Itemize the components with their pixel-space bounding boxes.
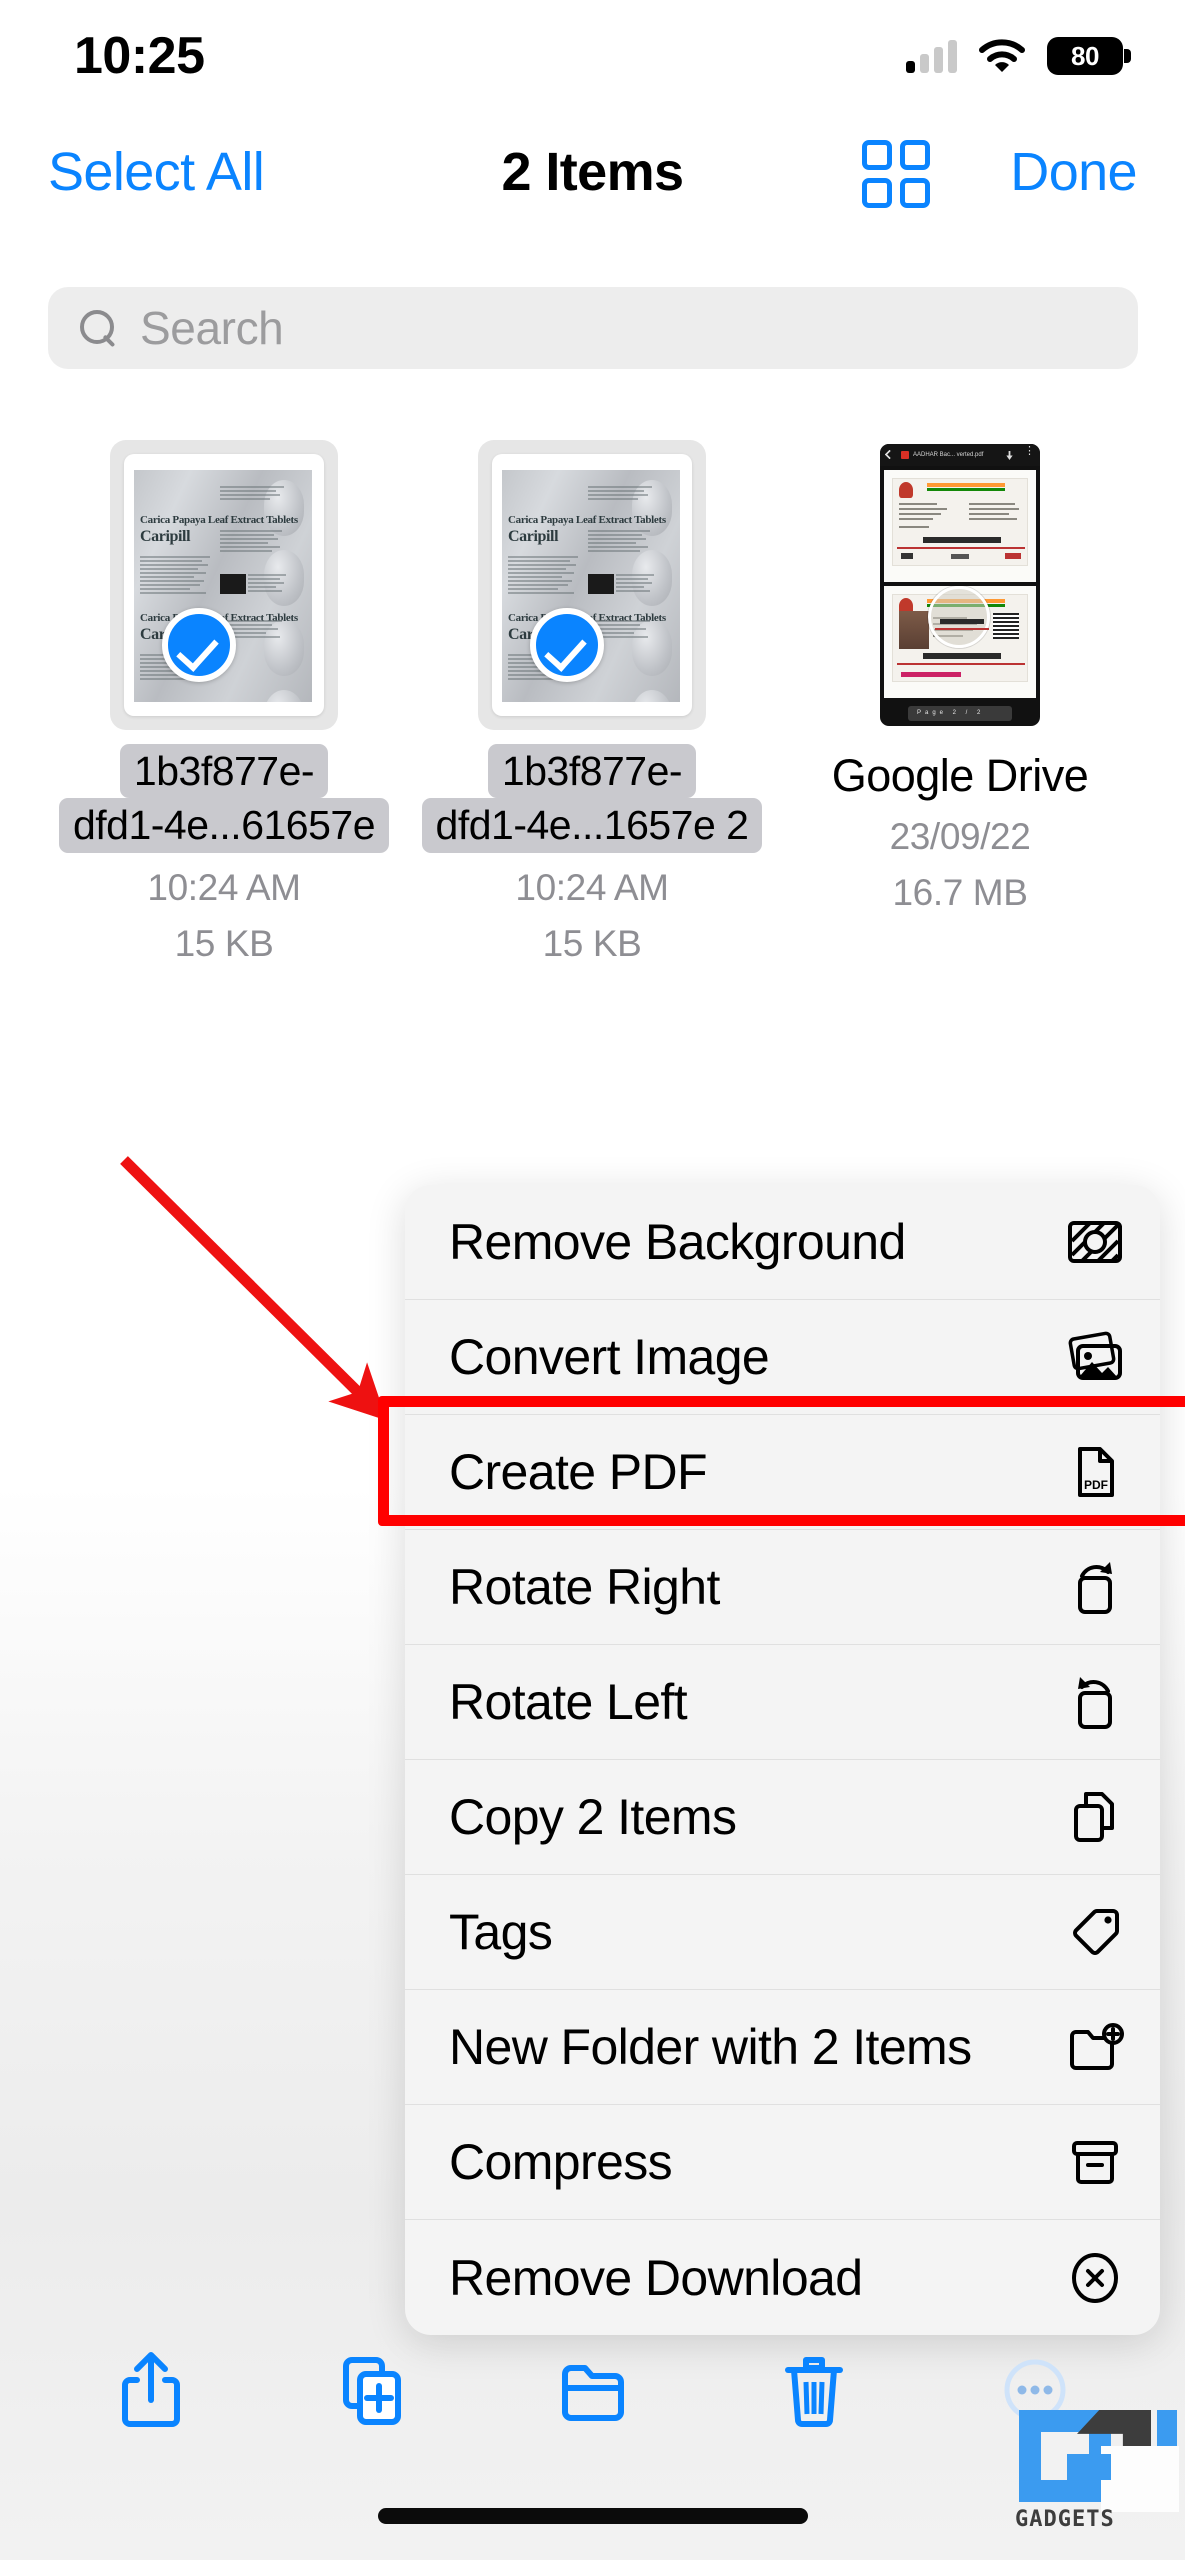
done-button[interactable]: Done [1010,141,1137,203]
file-name-line1: 1b3f877e- [487,744,697,799]
menu-item-rotate-right[interactable]: Rotate Right [405,1530,1160,1645]
duplicate-icon[interactable] [334,2348,410,2432]
menu-item-label: Rotate Left [449,1674,688,1730]
status-bar: 10:25 80 [0,0,1185,112]
zoom-loupe-overlay [928,586,990,648]
menu-item-remove-download[interactable]: Remove Download [405,2220,1160,2335]
grid-view-icon[interactable] [860,136,932,208]
menu-item-label: New Folder with 2 Items [449,2019,972,2075]
menu-item-new-folder[interactable]: New Folder with 2 Items [405,1990,1160,2105]
file-time: 10:24 AM [515,866,669,908]
watermark-mask [1101,2446,1179,2512]
file-item[interactable]: Carica Papaya Leaf Extract Tablets Carip… [40,440,408,965]
wifi-icon [979,39,1025,73]
remove-background-icon [1066,1213,1124,1271]
file-item[interactable]: AADHAR Bac... verted.pdf ⋮ Page 2 / 2 Go… [776,440,1144,965]
phone-screen: 10:25 80 Select All 2 Items Done Search … [0,0,1185,2560]
menu-item-label: Copy 2 Items [449,1789,737,1845]
file-name: 1b3f877e- dfd1-4e...1657e 2 [421,744,763,853]
menu-item-label: Compress [449,2134,673,2190]
search-input[interactable]: Search [48,287,1138,369]
delete-icon[interactable] [776,2348,852,2432]
battery-level: 80 [1071,40,1099,71]
annotation-arrow [120,1156,387,1421]
file-name: Google Drive [832,744,1089,802]
compress-icon [1066,2133,1124,2191]
rotate-right-icon [1066,1558,1124,1616]
selected-checkmark-icon [530,608,604,682]
watermark-logo: GADGETS [1015,2410,1179,2532]
menu-item-label: Convert Image [449,1329,770,1385]
menu-item-copy[interactable]: Copy 2 Items [405,1760,1160,1875]
selected-checkmark-icon [162,608,236,682]
remove-download-icon [1066,2249,1124,2307]
menu-item-create-pdf[interactable]: Create PDF PDF [405,1415,1160,1530]
menu-item-remove-background[interactable]: Remove Background [405,1185,1160,1300]
file-thumbnail[interactable]: Carica Papaya Leaf Extract Tablets Carip… [452,440,732,730]
tag-icon [1066,1903,1124,1961]
menu-item-convert-image[interactable]: Convert Image [405,1300,1160,1415]
file-name: 1b3f877e- dfd1-4e...61657e [58,744,390,853]
context-menu: Remove Background Convert Image Create P… [405,1185,1160,2335]
rotate-left-icon [1066,1673,1124,1731]
search-placeholder: Search [140,302,284,354]
file-size: 16.7 MB [892,872,1028,913]
create-pdf-icon: PDF [1066,1443,1124,1501]
menu-item-compress[interactable]: Compress [405,2105,1160,2220]
file-thumbnail[interactable]: AADHAR Bac... verted.pdf ⋮ Page 2 / 2 [820,440,1100,730]
status-time: 10:25 [74,27,205,85]
file-size: 15 KB [174,922,274,964]
search-icon [78,308,118,348]
menu-item-label: Remove Download [449,2249,863,2306]
menu-item-label: Remove Background [449,1214,906,1270]
menu-item-tags[interactable]: Tags [405,1875,1160,1990]
menu-item-label: Create PDF [449,1444,708,1500]
share-icon[interactable] [113,2348,189,2432]
file-time: 10:24 AM [147,866,301,908]
menu-item-label: Rotate Right [449,1559,720,1615]
cellular-signal-icon [906,39,957,73]
menu-item-label: Tags [449,1904,553,1960]
file-name-line1: 1b3f877e- [119,744,329,799]
file-name-line2: dfd1-4e...1657e 2 [421,798,763,853]
file-thumbnail[interactable]: Carica Papaya Leaf Extract Tablets Carip… [84,440,364,730]
home-indicator [377,2508,808,2524]
battery-icon: 80 [1047,37,1131,75]
file-grid: Carica Papaya Leaf Extract Tablets Carip… [0,440,1185,965]
file-time: 23/09/22 [889,816,1031,857]
move-to-folder-icon[interactable] [555,2348,631,2432]
menu-item-rotate-left[interactable]: Rotate Left [405,1645,1160,1760]
status-indicators: 80 [906,37,1131,75]
svg-text:PDF: PDF [1084,1478,1108,1492]
watermark-text: GADGETS [1015,2507,1115,2532]
file-name-line2: dfd1-4e...61657e [58,798,390,853]
convert-image-icon [1066,1328,1124,1386]
file-size: 15 KB [542,922,642,964]
page-title: 2 Items [501,142,685,202]
file-name-line1: Google Drive [831,750,1089,801]
new-folder-icon [1066,2018,1124,2076]
bottom-toolbar [0,2330,1185,2450]
navigation-bar: Select All 2 Items Done [0,112,1185,232]
file-item[interactable]: Carica Papaya Leaf Extract Tablets Carip… [408,440,776,965]
copy-icon [1066,1788,1124,1846]
